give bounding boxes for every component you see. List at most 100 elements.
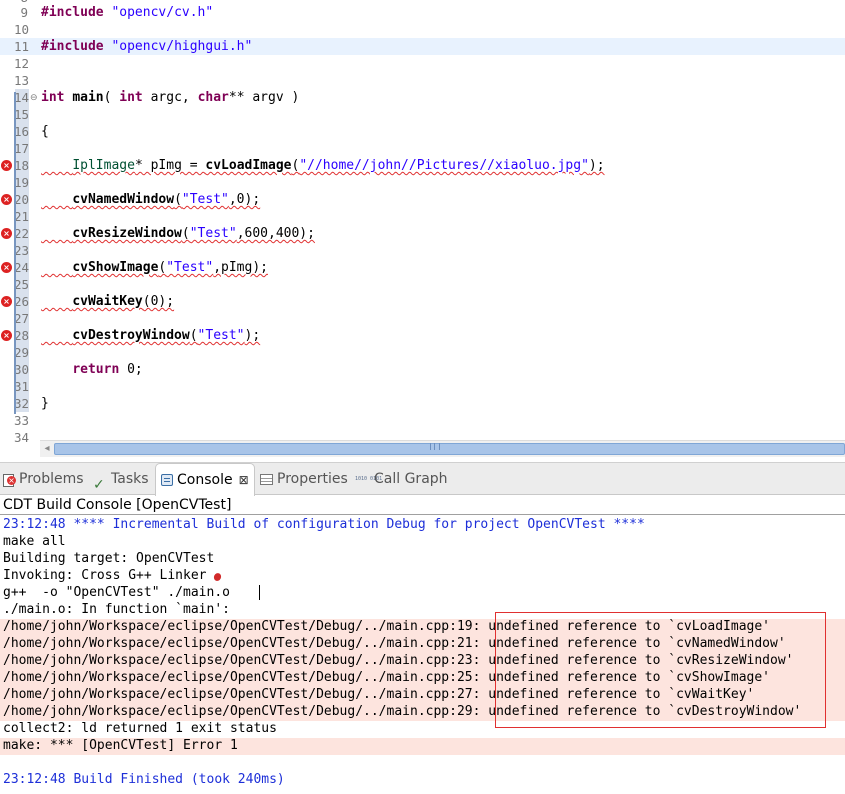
code-line[interactable]: 19 <box>0 174 845 191</box>
error-marker-icon[interactable]: × <box>1 296 12 307</box>
tab-console[interactable]: Console ⊠ <box>155 463 255 496</box>
code-line[interactable]: × 26 cvWaitKey(0); <box>0 293 845 310</box>
code-text: #include "opencv/cv.h" <box>41 4 213 21</box>
line-number: 15 <box>14 107 30 122</box>
code-line[interactable]: 23 <box>0 242 845 259</box>
code-editor[interactable]: 89#include "opencv/cv.h"1011#include "op… <box>0 0 845 458</box>
code-token: ,0); <box>228 192 261 207</box>
line-number: 20 <box>14 192 30 207</box>
code-token: main <box>72 90 104 105</box>
code-token: "Test" <box>181 192 229 207</box>
line-number: 33 <box>14 413 30 428</box>
line-number: 25 <box>14 277 30 292</box>
code-line[interactable]: 21 <box>0 208 845 225</box>
overview-ruler-stripe <box>14 92 16 414</box>
error-marker-icon[interactable]: × <box>1 194 12 205</box>
code-token: ); <box>588 158 605 173</box>
code-line[interactable]: 32} <box>0 395 845 412</box>
code-line[interactable]: 29 <box>0 344 845 361</box>
console-line: 23:12:48 Build Finished (took 240ms) <box>3 772 285 787</box>
tab-label: Problems <box>19 471 84 487</box>
code-text: } <box>41 395 49 412</box>
error-marker-icon[interactable]: × <box>1 330 12 341</box>
code-line[interactable]: 30 return 0; <box>0 361 845 378</box>
tab-label: Console <box>177 472 233 488</box>
code-text: cvWaitKey(0); <box>41 293 174 310</box>
scrollbar-thumb[interactable] <box>54 443 845 455</box>
code-line[interactable]: 10 <box>0 21 845 38</box>
code-text: int main( int argc, char** argv ) <box>41 89 299 106</box>
code-token: (0); <box>142 294 175 309</box>
code-line[interactable]: × 22 cvResizeWindow("Test",600,400); <box>0 225 845 242</box>
code-token: ( <box>181 226 190 241</box>
code-line[interactable]: 27 <box>0 310 845 327</box>
line-number: 34 <box>14 430 30 445</box>
code-text: { <box>41 123 49 140</box>
code-token: * pImg = <box>134 158 206 173</box>
code-token: int <box>41 90 73 105</box>
code-line[interactable]: 17 <box>0 140 845 157</box>
code-token: "opencv/highgui.h" <box>111 39 253 54</box>
code-text: cvResizeWindow("Test",600,400); <box>41 225 315 242</box>
code-token: 0; <box>127 362 143 377</box>
code-token: ); <box>244 328 261 343</box>
code-token: "Test" <box>166 260 214 275</box>
scroll-left-arrow-icon[interactable]: ◂ <box>40 441 54 457</box>
fold-toggle-icon[interactable]: ⊖ <box>30 90 38 107</box>
tab-tasks[interactable]: Tasks <box>90 463 152 501</box>
tab-call-graph[interactable]: 1010 0101Call Graph <box>352 463 452 495</box>
code-line[interactable]: 13 <box>0 72 845 89</box>
line-number: 10 <box>14 22 30 37</box>
error-marker-icon[interactable]: × <box>1 262 12 273</box>
line-number: 13 <box>14 73 30 88</box>
code-line[interactable]: × 20 cvNamedWindow("Test",0); <box>0 191 845 208</box>
code-text: cvNamedWindow("Test",0); <box>41 191 260 208</box>
code-line[interactable]: × 18 IplImage* pImg = cvLoadImage("//home… <box>0 157 845 174</box>
tab-properties[interactable]: Properties <box>257 463 349 495</box>
error-marker-icon[interactable]: × <box>1 228 12 239</box>
code-token: ,pImg); <box>213 260 268 275</box>
scrollbar-grip-icon <box>430 443 440 450</box>
code-token: "opencv/cv.h" <box>111 5 214 20</box>
code-line[interactable]: 31 <box>0 378 845 395</box>
console-divider <box>0 514 845 515</box>
line-number: 32 <box>14 396 30 411</box>
code-token: return <box>72 362 128 377</box>
code-line[interactable]: 12 <box>0 55 845 72</box>
close-tab-icon[interactable]: ⊠ <box>239 473 249 487</box>
code-token: "Test" <box>189 226 237 241</box>
line-number: 17 <box>14 141 30 156</box>
tab-problems[interactable]: Problems <box>0 463 88 495</box>
console-line: collect2: ld returned 1 exit status <box>3 721 277 736</box>
line-number: 30 <box>14 362 30 377</box>
call-graph-icon: 1010 0101 <box>355 475 383 482</box>
line-number: 29 <box>14 345 30 360</box>
code-line[interactable]: × 24 cvShowImage("Test",pImg); <box>0 259 845 276</box>
console-line: 23:12:48 **** Incremental Build of confi… <box>3 517 645 532</box>
console-line: ./main.o: In function `main': <box>3 602 230 617</box>
console-line: g++ -o "OpenCVTest" ./main.o <box>3 585 230 600</box>
console-title: CDT Build Console [OpenCVTest] <box>3 497 232 513</box>
code-token: "Test" <box>197 328 245 343</box>
code-text: IplImage* pImg = cvLoadImage("//home//jo… <box>41 157 605 174</box>
code-token: cvShowImage <box>72 260 159 275</box>
console-line: make all <box>3 534 66 549</box>
code-line[interactable]: 15 <box>0 106 845 123</box>
line-number: 19 <box>14 175 30 190</box>
code-token: cvWaitKey <box>72 294 143 309</box>
code-line[interactable]: × 28 cvDestroyWindow("Test"); <box>0 327 845 344</box>
code-line[interactable]: 11 #include "opencv/highgui.h" <box>0 38 845 55</box>
code-token: cvNamedWindow <box>72 192 175 207</box>
console-icon <box>161 474 173 486</box>
error-marker-icon[interactable]: × <box>1 160 12 171</box>
code-line[interactable]: 9 #include "opencv/cv.h" <box>0 4 845 21</box>
code-line[interactable]: 16 { <box>0 123 845 140</box>
editor-horizontal-scrollbar[interactable]: ◂ <box>40 440 845 457</box>
code-line[interactable]: 25 <box>0 276 845 293</box>
code-line[interactable]: 14 ⊖ int main( int argc, char** argv ) <box>0 89 845 106</box>
code-line[interactable]: 33 <box>0 412 845 429</box>
console-error-line[interactable]: make: *** [OpenCVTest] Error 1 <box>3 737 238 754</box>
